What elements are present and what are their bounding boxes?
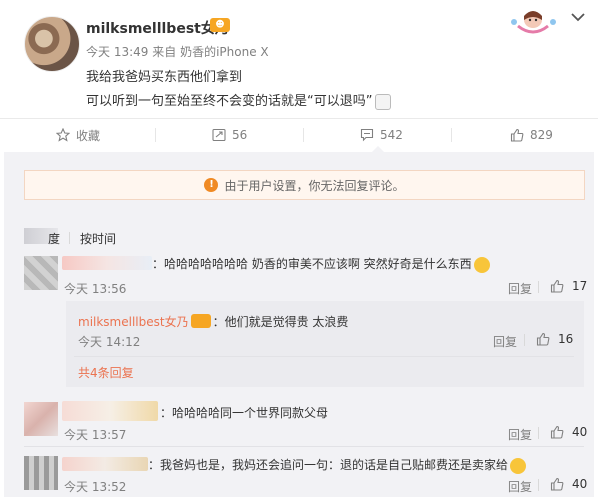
thumbs-up-icon: [550, 279, 564, 293]
divider: [74, 356, 574, 357]
post-meta: 今天 13:49 来自 奶香的iPhone X: [86, 43, 269, 60]
author-username[interactable]: milksmelllbest女乃: [86, 18, 229, 38]
sub-reply-time: 今天 14:12: [78, 335, 141, 349]
reply-disabled-notice: ! 由于用户设置，你无法回复评论。: [24, 170, 585, 200]
favorite-button[interactable]: 收藏: [56, 119, 100, 151]
vip-badge-icon: ☻: [210, 18, 230, 32]
star-icon: [56, 128, 70, 142]
repost-count: 56: [232, 128, 248, 142]
divider: [303, 128, 304, 142]
thumbs-up-icon: [510, 128, 524, 142]
comment-like-count: 17: [572, 279, 588, 293]
reply-button[interactable]: 回复: [493, 333, 517, 350]
reply-button[interactable]: 回复: [508, 280, 532, 297]
comment-time: 今天 13:57: [64, 428, 127, 442]
post-time[interactable]: 今天 13:49: [86, 45, 148, 59]
commenter-avatar[interactable]: [24, 256, 58, 290]
sort-by-time-tab[interactable]: 按时间: [80, 230, 116, 247]
sub-reply-username[interactable]: milksmelllbest女乃: [78, 315, 189, 329]
face-emoji-icon: [375, 93, 392, 110]
more-replies-link[interactable]: 共4条回复: [78, 364, 134, 381]
sub-reply-content: ：他们就是觉得贵 太浪费: [212, 315, 349, 329]
emoji-icon: [510, 457, 527, 474]
comment-time: 今天 13:52: [64, 480, 127, 494]
vip-badge-icon: [190, 314, 211, 328]
divider: [451, 128, 452, 142]
like-count: 829: [530, 128, 553, 142]
reply-button[interactable]: 回复: [508, 426, 532, 443]
comment-count: 542: [380, 128, 403, 142]
comment-like-count: 40: [572, 477, 588, 491]
post-source-prefix: 来自: [152, 45, 177, 59]
author-avatar[interactable]: [24, 16, 80, 72]
post-text-line-2-text: 可以听到一句至始至终不会变的话就是“可以退吗”: [86, 94, 373, 109]
commenter-avatar[interactable]: [24, 456, 58, 490]
repost-icon: [212, 128, 226, 142]
emoji-icon: [473, 256, 490, 273]
comment-time: 今天 13:56: [64, 282, 127, 296]
sort-hot-tab[interactable]: 度: [48, 230, 60, 247]
comment-like-button[interactable]: 40: [550, 425, 587, 439]
thumbs-up-icon: [550, 425, 564, 439]
divider: [538, 281, 539, 293]
comment-text: ：我爸妈也是，我妈还会追问一句：退的话是自己贴邮费还是卖家给: [148, 456, 527, 474]
divider: [538, 479, 539, 491]
like-button[interactable]: 829: [510, 119, 553, 151]
commenter-name[interactable]: [62, 457, 148, 471]
comment-like-count: 40: [572, 425, 588, 439]
warning-icon: !: [204, 178, 219, 192]
divider: [24, 446, 584, 447]
comment-like-button[interactable]: 17: [550, 279, 587, 293]
comment-icon: [360, 128, 374, 142]
divider: [524, 334, 525, 346]
thumbs-up-icon: [536, 332, 550, 346]
comment-like-button[interactable]: 40: [550, 477, 587, 491]
post-source: 奶香的iPhone X: [180, 45, 269, 59]
sub-reply-like-button[interactable]: 16: [536, 332, 573, 346]
favorite-label: 收藏: [76, 128, 101, 143]
notice-text: 由于用户设置，你无法回复评论。: [224, 178, 405, 193]
sub-reply-like-count: 16: [558, 332, 574, 346]
sub-reply-text: milksmelllbest女乃 ：他们就是觉得贵 太浪费: [78, 312, 348, 330]
comment-text: ：哈哈哈哈同一个世界同款父母: [160, 406, 329, 420]
comment-text-content: ：哈哈哈哈哈哈哈 奶香的审美不应该啊 突然好奇是什么东西: [152, 257, 472, 271]
commenter-name[interactable]: [62, 401, 158, 421]
comment-text: ：哈哈哈哈哈哈哈 奶香的审美不应该啊 突然好奇是什么东西: [152, 255, 490, 273]
divider: [155, 128, 156, 142]
thumbs-up-icon: [550, 477, 564, 491]
comment-text-content: ：我爸妈也是，我妈还会追问一句：退的话是自己贴邮费还是卖家给: [148, 458, 509, 472]
divider: [69, 232, 70, 244]
divider: [538, 427, 539, 439]
post-text-line-1: 我给我爸妈买东西他们拿到: [86, 70, 243, 85]
commenter-name[interactable]: [62, 256, 152, 270]
weibo-post: milksmelllbest女乃 ☻ 今天 13:49 来自 奶香的iPhone…: [0, 0, 598, 112]
decorative-sticker-icon: [511, 11, 556, 34]
commenter-avatar[interactable]: [24, 402, 58, 436]
reply-button[interactable]: 回复: [508, 478, 532, 495]
chevron-down-icon[interactable]: [571, 12, 585, 22]
post-action-bar: 收藏 56 542 829: [0, 118, 598, 151]
post-text-line-2: 可以听到一句至始至终不会变的话就是“可以退吗”: [86, 90, 392, 110]
repost-button[interactable]: 56: [212, 119, 247, 151]
